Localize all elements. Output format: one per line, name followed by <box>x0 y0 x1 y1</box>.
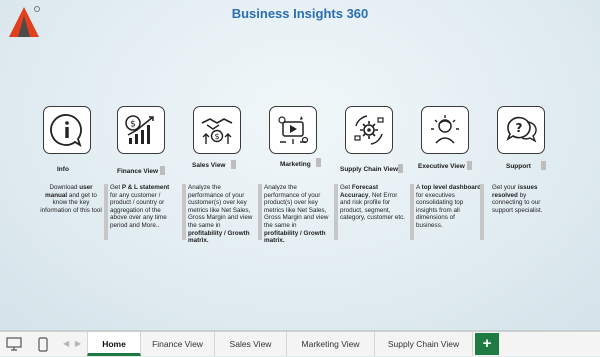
gray-marker <box>541 161 546 170</box>
card-support[interactable]: ? <box>490 106 552 154</box>
tab-home[interactable]: Home <box>87 332 141 356</box>
card-desc-finance: Get P & L statement for any customer / p… <box>110 184 176 230</box>
card-desc-marketing: Analyze the performance of your product(… <box>264 184 330 245</box>
card-label-info: Info <box>57 166 69 173</box>
page-title: Business Insights 360 <box>231 6 369 21</box>
card-desc-supply-chain: Get Forecast Accuracy, Net Error and ris… <box>340 184 406 222</box>
tab-scroll-left-icon[interactable]: ◀ <box>63 339 69 348</box>
gray-marker <box>316 158 321 167</box>
card-desc-segment: Get <box>340 184 352 191</box>
card-label-supply-chain: Supply Chain View <box>340 166 399 173</box>
finance-growth-icon[interactable]: $ <box>117 106 165 154</box>
divider-bar <box>104 184 108 240</box>
svg-text:$: $ <box>130 120 136 130</box>
gray-marker <box>231 160 236 169</box>
support-question-icon[interactable]: ? <box>497 106 545 154</box>
card-info[interactable] <box>36 106 98 154</box>
svg-text:$: $ <box>214 132 219 141</box>
card-desc-segment: Get <box>110 184 122 191</box>
sheet-tab-bar: ◀ ▶ Home Finance View Sales View Marketi… <box>0 331 600 356</box>
tab-marketing-view[interactable]: Marketing View <box>287 332 375 356</box>
tab-finance-view[interactable]: Finance View <box>141 332 215 356</box>
card-desc-executive: A top level dashboard for executives con… <box>416 184 482 230</box>
divider-bar <box>258 184 262 240</box>
card-label-finance: Finance View <box>117 168 159 175</box>
marketing-icon[interactable] <box>269 106 317 154</box>
svg-text:?: ? <box>516 121 523 135</box>
report-canvas: Business Insights 360 Info Download user… <box>0 0 600 331</box>
tab-sales-view[interactable]: Sales View <box>215 332 287 356</box>
card-supply-chain[interactable] <box>338 106 400 154</box>
card-desc-segment: Analyze the performance of your customer… <box>188 184 253 229</box>
card-desc-segment: Download <box>49 184 80 191</box>
gray-marker <box>467 161 472 170</box>
card-desc-segment: P & L statement <box>121 184 170 191</box>
card-desc-segment: profitability / Growth matrix. <box>188 229 250 245</box>
desktop-view-icon[interactable] <box>6 337 22 356</box>
gray-marker <box>160 166 165 175</box>
gray-marker <box>398 164 403 173</box>
supply-chain-gear-icon[interactable] <box>345 106 393 154</box>
card-sales[interactable]: $ <box>186 106 248 154</box>
info-icon[interactable] <box>43 106 91 154</box>
divider-bar <box>182 184 186 240</box>
card-marketing[interactable] <box>262 106 324 154</box>
card-desc-support: Get your issues resolved by connecting t… <box>492 184 558 214</box>
card-label-marketing: Marketing <box>280 161 311 168</box>
card-desc-info: Download user manual and get to know the… <box>38 184 104 214</box>
card-label-support: Support <box>506 163 531 170</box>
executive-person-icon[interactable] <box>421 106 469 154</box>
card-finance[interactable]: $ <box>110 106 172 154</box>
add-sheet-button[interactable]: + <box>475 333 499 355</box>
card-desc-segment: for any customer / product / country or … <box>110 191 167 229</box>
card-desc-sales: Analyze the performance of your customer… <box>188 184 254 245</box>
mobile-view-icon[interactable] <box>38 337 48 357</box>
card-desc-segment: Analyze the performance of your product(… <box>264 184 329 229</box>
sales-handshake-icon[interactable]: $ <box>193 106 241 154</box>
tab-supply-chain-view[interactable]: Supply Chain View <box>375 332 473 356</box>
card-desc-segment: Get your <box>492 184 518 191</box>
card-desc-segment: for executives consolidating top insight… <box>416 191 464 229</box>
card-label-sales: Sales View <box>192 162 226 169</box>
tab-scroll-right-icon[interactable]: ▶ <box>75 339 81 348</box>
card-desc-segment: profitability / Growth matrix. <box>264 229 326 245</box>
card-label-executive: Executive View <box>418 163 465 170</box>
divider-bar <box>410 184 414 240</box>
divider-bar <box>334 184 338 240</box>
card-executive[interactable] <box>414 106 476 154</box>
card-desc-segment: top level dashboard <box>421 184 482 191</box>
divider-bar <box>480 184 484 240</box>
